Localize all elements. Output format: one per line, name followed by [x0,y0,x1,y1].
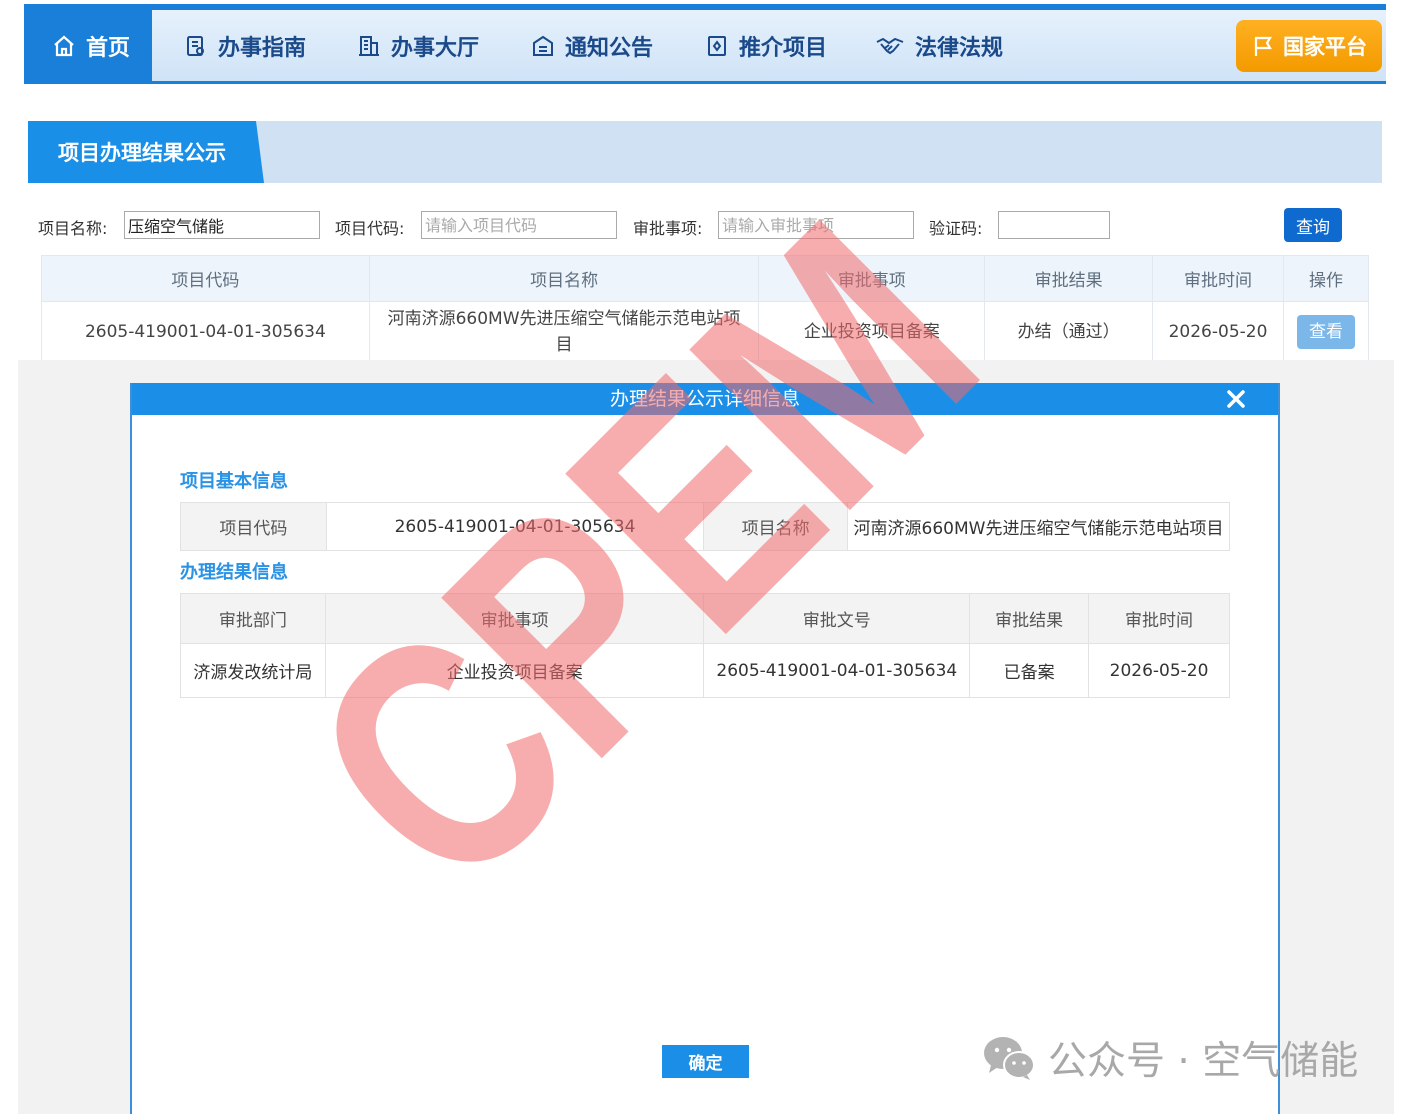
col-project-code: 项目代码 [41,255,370,302]
nav-home-label: 首页 [86,35,131,61]
nav-guide-label: 办事指南 [218,35,307,61]
table-header-row: 审批部门 审批事项 审批文号 审批结果 审批时间 [180,593,1230,644]
detail-modal: 办理结果公示详细信息 项目基本信息 项目代码 2605-419001-04-01… [130,383,1280,1114]
portal-page: 首页 办事指南 办事大厅 通知公告 推介项目 法律法规 国家平台 项目办理结果公… [24,4,1386,362]
cell-action: 查看 [1282,301,1370,362]
top-navbar: 首页 办事指南 办事大厅 通知公告 推介项目 法律法规 国家平台 [24,4,1386,84]
project-icon [705,34,729,58]
nav-hall-label: 办事大厅 [391,35,480,61]
modal-title: 办理结果公示详细信息 [609,388,800,410]
result-info-title: 办理结果信息 [180,562,288,583]
project-name-input[interactable] [124,211,320,239]
table-row: 项目代码 2605-419001-04-01-305634 项目名称 河南济源6… [180,502,1231,551]
handshake-icon [875,34,905,58]
nav-guide[interactable]: 办事指南 [184,10,306,81]
cell-department: 济源发改统计局 [180,643,326,698]
guide-doc-icon [184,34,208,58]
nav-home[interactable]: 首页 [24,10,153,81]
section-header-band: 项目办理结果公示 [28,121,1382,183]
cell-time: 2026-05-20 [1088,643,1230,698]
nav-hall[interactable]: 办事大厅 [357,10,479,81]
nav-law-label: 法律法规 [915,35,1004,61]
table-row: 2605-419001-04-01-305634 河南济源660MW先进压缩空气… [41,301,1370,362]
cell-approval-item: 企业投资项目备案 [758,301,986,362]
approval-item-label: 审批事项: [633,219,703,238]
cell-doc-number: 2605-419001-04-01-305634 [703,643,971,698]
col-item: 审批事项 [324,593,705,644]
wechat-brand-text: 公众号 · 空气储能 [1048,1039,1359,1084]
wechat-brand: 公众号 · 空气储能 [982,1032,1358,1084]
project-code-label: 项目代码: [335,219,405,238]
confirm-button[interactable]: 确定 [662,1045,749,1078]
nav-notice-label: 通知公告 [565,35,654,61]
col-approval-time: 审批时间 [1152,255,1284,302]
results-table: 项目代码 项目名称 审批事项 审批结果 审批时间 操作 2605-419001-… [41,255,1370,362]
basic-info-title: 项目基本信息 [180,471,288,492]
cell-result: 已备案 [969,643,1090,698]
result-info-table: 审批部门 审批事项 审批文号 审批结果 审批时间 济源发改统计局 企业投资项目备… [180,593,1230,698]
nav-notice[interactable]: 通知公告 [531,10,653,81]
nav-law[interactable]: 法律法规 [875,10,1003,81]
basic-code-value: 2605-419001-04-01-305634 [325,502,705,551]
table-row: 济源发改统计局 企业投资项目备案 2605-419001-04-01-30563… [180,643,1230,698]
flag-icon [1251,34,1275,58]
project-name-label: 项目名称: [38,219,108,238]
col-doc-number: 审批文号 [703,593,971,644]
col-approval-result: 审批结果 [984,255,1154,302]
building-icon [357,34,381,58]
cell-approval-time: 2026-05-20 [1152,301,1284,362]
col-action: 操作 [1282,255,1370,302]
col-department: 审批部门 [180,593,326,644]
section-title: 项目办理结果公示 [28,121,264,183]
query-button[interactable]: 查询 [1284,208,1342,242]
view-button[interactable]: 查看 [1296,314,1355,349]
approval-item-input[interactable] [718,211,914,239]
basic-name-value: 河南济源660MW先进压缩空气储能示范电站项目 [846,502,1231,551]
cell-project-code: 2605-419001-04-01-305634 [41,301,370,362]
national-platform-button[interactable]: 国家平台 [1236,20,1382,72]
cell-item: 企业投资项目备案 [324,643,705,698]
nav-projects-label: 推介项目 [739,35,828,61]
basic-name-key: 项目名称 [703,502,848,551]
captcha-label: 验证码: [929,219,983,238]
basic-code-key: 项目代码 [180,502,327,551]
cell-project-name: 河南济源660MW先进压缩空气储能示范电站项目 [368,301,760,362]
close-icon[interactable] [1222,385,1250,413]
col-approval-item: 审批事项 [758,255,986,302]
national-platform-label: 国家平台 [1283,35,1367,59]
results-header-row: 项目代码 项目名称 审批事项 审批结果 审批时间 操作 [41,255,1370,302]
basic-info-table: 项目代码 2605-419001-04-01-305634 项目名称 河南济源6… [180,502,1231,551]
col-result: 审批结果 [969,593,1090,644]
cell-approval-result: 办结（通过） [984,301,1154,362]
home-icon [52,34,76,58]
notice-icon [531,34,555,58]
search-filters: 项目名称: 项目代码: 审批事项: 验证码: 查询 [38,208,1368,242]
captcha-input[interactable] [998,211,1110,239]
project-code-input[interactable] [421,211,617,239]
nav-projects[interactable]: 推介项目 [705,10,827,81]
modal-title-bar: 办理结果公示详细信息 [132,383,1278,415]
col-time: 审批时间 [1088,593,1230,644]
col-project-name: 项目名称 [368,255,760,302]
wechat-icon [984,1037,1035,1080]
